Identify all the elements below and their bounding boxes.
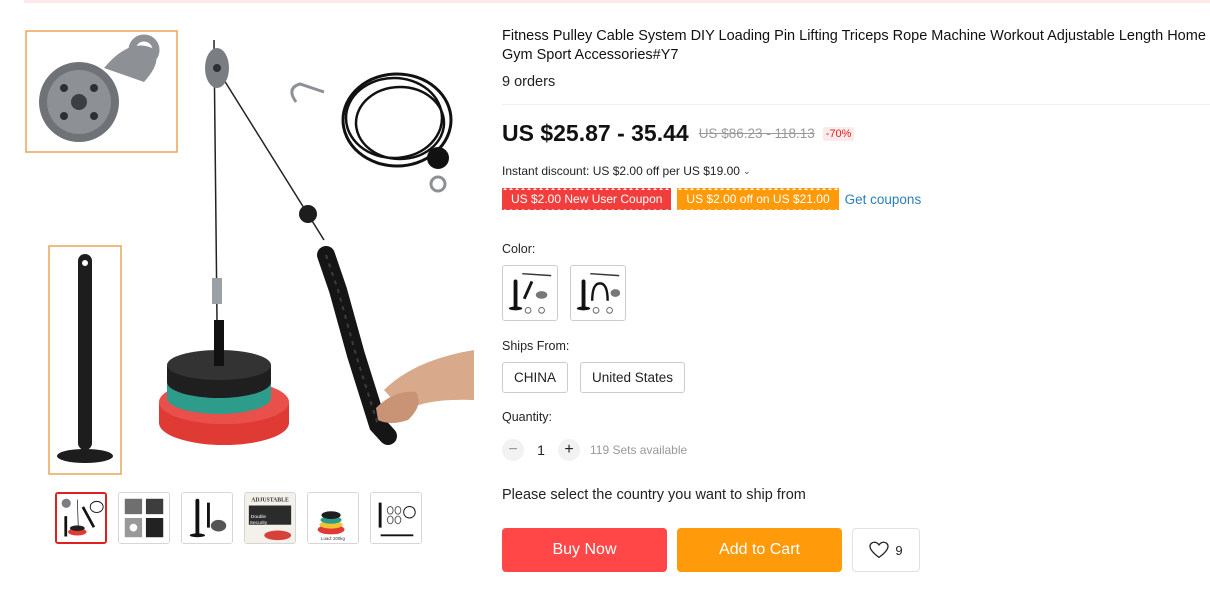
- thumb-load-text: Load: 200kg: [321, 536, 345, 541]
- thumb-double-text: Double: [251, 514, 267, 520]
- store-coupon[interactable]: US $2.00 off on US $21.00: [677, 187, 839, 211]
- color-option-1[interactable]: [502, 265, 558, 321]
- color-option-2[interactable]: [570, 265, 626, 321]
- quantity-value[interactable]: 1: [524, 442, 558, 458]
- thumbnail-4[interactable]: ADJUSTABLE Double Security: [244, 492, 296, 544]
- product-gallery: ADJUSTABLE Double Security Load: 200kg: [0, 0, 490, 608]
- thumbnail-2[interactable]: [118, 492, 170, 544]
- thumb-adjustable-text: ADJUSTABLE: [251, 498, 289, 504]
- thumbnail-6[interactable]: [370, 492, 422, 544]
- instant-discount-text: Instant discount: US $2.00 off per US $1…: [502, 164, 740, 178]
- ship-from-china[interactable]: CHINA: [502, 362, 569, 393]
- heart-icon: [869, 541, 890, 559]
- thumbnail-1[interactable]: [55, 492, 107, 544]
- coupon-row: US $2.00 New User Coupon US $2.00 off on…: [502, 187, 922, 211]
- quantity-label: Quantity:: [502, 410, 553, 424]
- quantity-minus-button[interactable]: −: [502, 439, 524, 461]
- thumbnail-strip: ADJUSTABLE Double Security Load: 200kg: [55, 492, 422, 544]
- thumb-security-text: Security: [250, 520, 268, 526]
- instant-discount[interactable]: Instant discount: US $2.00 off per US $1…: [502, 164, 750, 178]
- new-user-coupon[interactable]: US $2.00 New User Coupon: [502, 187, 672, 211]
- buy-now-button[interactable]: Buy Now: [502, 528, 667, 572]
- main-product-image[interactable]: [24, 20, 474, 480]
- add-to-cart-button[interactable]: Add to Cart: [677, 528, 842, 572]
- current-price: US $25.87 - 35.44: [502, 120, 689, 146]
- product-info-panel: Fitness Pulley Cable System DIY Loading …: [502, 0, 1210, 608]
- color-options: [502, 265, 626, 321]
- get-coupons-link[interactable]: Get coupons: [845, 192, 922, 207]
- divider: [502, 104, 1210, 105]
- color-label: Color:: [502, 242, 536, 256]
- chevron-down-icon: ⌄: [742, 165, 751, 176]
- original-price: US $86.23 - 118.13: [698, 126, 815, 141]
- ship-from-united-states[interactable]: United States: [580, 362, 686, 393]
- thumbnail-5[interactable]: Load: 200kg: [307, 492, 359, 544]
- ships-from-options: CHINA United States: [502, 362, 686, 393]
- shipping-note: Please select the country you want to sh…: [502, 487, 806, 503]
- order-count: 9 orders: [502, 74, 556, 90]
- discount-badge: -70%: [822, 126, 855, 141]
- quantity-plus-button[interactable]: +: [558, 439, 580, 461]
- ships-from-label: Ships From:: [502, 339, 570, 353]
- wishlist-button[interactable]: 9: [852, 528, 920, 572]
- stock-available: 119 Sets available: [590, 443, 688, 457]
- product-title: Fitness Pulley Cable System DIY Loading …: [502, 28, 1206, 63]
- wishlist-count: 9: [895, 542, 903, 558]
- action-buttons: Buy Now Add to Cart 9: [502, 528, 920, 572]
- quantity-stepper: − 1 + 119 Sets available: [502, 439, 687, 461]
- price-row: US $25.87 - 35.44 US $86.23 - 118.13 -70…: [502, 120, 855, 147]
- thumbnail-3[interactable]: [181, 492, 233, 544]
